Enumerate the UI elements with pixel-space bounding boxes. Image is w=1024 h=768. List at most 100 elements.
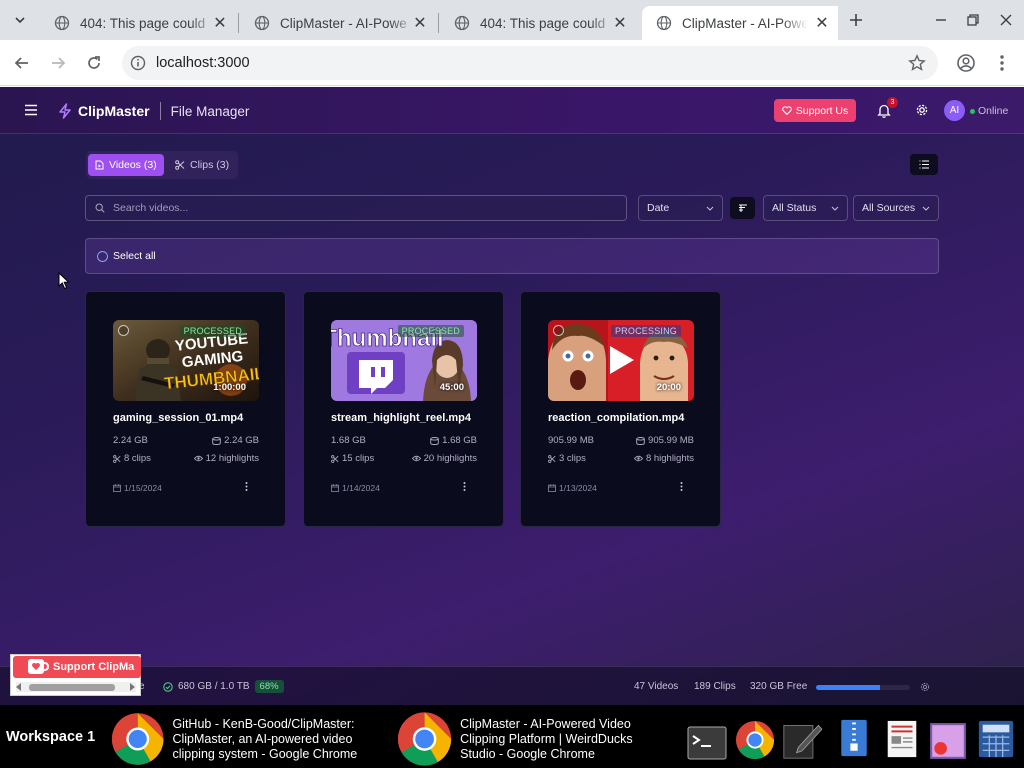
- tab-clips-label: Clips (3): [190, 159, 230, 171]
- clipmaster-app: ClipMaster File Manager Support Us 3 AI …: [0, 87, 1024, 705]
- chevron-down-icon: [922, 206, 930, 211]
- browser-tab-4-close[interactable]: ✕: [808, 6, 838, 40]
- gear-icon[interactable]: [920, 682, 930, 692]
- database-icon: [430, 436, 439, 445]
- heart-icon: [781, 106, 792, 115]
- video-thumbnail[interactable]: YOUTUBE GAMING THUMBNAIL PROCESSED 1:00:…: [113, 320, 259, 401]
- file-size: 1.68 GB: [331, 435, 366, 446]
- coffee-cup-icon: [28, 659, 49, 674]
- chevron-right-icon[interactable]: [130, 683, 136, 691]
- clip-count: 8 clips: [113, 453, 151, 464]
- taskbar-window-1[interactable]: GitHub - KenB-Good/ClipMaster: ClipMaste…: [111, 713, 371, 765]
- status-filter-select[interactable]: All Status: [763, 195, 848, 221]
- reload-button[interactable]: [80, 49, 108, 77]
- status-badge: PROCESSED: [179, 325, 246, 337]
- settings-button[interactable]: [915, 103, 929, 117]
- chevron-down-icon: [706, 206, 714, 211]
- upload-date: 1/15/2024: [113, 483, 162, 493]
- source-filter-select[interactable]: All Sources: [853, 195, 939, 221]
- tab-clips[interactable]: Clips (3): [168, 154, 236, 176]
- list-view-toggle[interactable]: [910, 154, 938, 175]
- browser-tab-3-close[interactable]: ✕: [606, 6, 636, 40]
- video-select-checkbox[interactable]: [553, 325, 564, 336]
- kebab-menu-icon: [245, 482, 248, 491]
- browser-menu-button[interactable]: [988, 49, 1016, 77]
- highlight-count: 20 highlights: [411, 453, 477, 464]
- bookmark-star-icon[interactable]: [908, 54, 926, 72]
- storage-used: 680 GB / 1.0 TB: [178, 681, 250, 692]
- video-card[interactable]: Thumbnail PROCESSED 45:00 stream_highlig…: [303, 291, 504, 527]
- video-stats-row: 15 clips 20 highlights: [331, 453, 477, 464]
- free-space: 320 GB Free: [750, 681, 808, 692]
- tab-videos[interactable]: Videos (3): [88, 154, 164, 176]
- highlight-count-value: 12 highlights: [205, 453, 259, 464]
- online-label: Online: [978, 105, 1009, 117]
- video-thumbnail[interactable]: PROCESSING 20:00: [548, 320, 694, 401]
- address-bar[interactable]: localhost:3000: [122, 46, 938, 80]
- browser-tab-1-close[interactable]: ✕: [206, 6, 236, 40]
- video-stats-row: 8 clips 12 highlights: [113, 453, 259, 464]
- reload-icon: [88, 56, 100, 69]
- notification-count-badge: 3: [887, 97, 898, 108]
- calculator-icon[interactable]: [976, 719, 1016, 759]
- forward-button[interactable]: [44, 49, 72, 77]
- storage-size: 1.68 GB: [430, 435, 477, 446]
- video-select-checkbox[interactable]: [118, 325, 129, 336]
- online-status: Online: [970, 105, 1008, 117]
- storage-usage-bar: [816, 685, 910, 690]
- image-viewer-icon[interactable]: [928, 721, 968, 761]
- search-input[interactable]: Search videos...: [85, 195, 627, 221]
- taskbar-window-title: ClipMaster - AI-Powered Video Clipping P…: [460, 716, 633, 761]
- floating-support-widget[interactable]: Support ClipMa: [10, 654, 141, 696]
- minimize-button[interactable]: [926, 8, 956, 32]
- sort-select[interactable]: Date: [638, 195, 723, 221]
- floating-support-button[interactable]: Support ClipMa: [13, 656, 141, 678]
- video-card[interactable]: PROCESSING 20:00 reaction_compilation.mp…: [520, 291, 721, 527]
- storage-summary: 680 GB / 1.0 TB 68%: [163, 680, 284, 693]
- info-icon[interactable]: [130, 55, 146, 71]
- database-icon: [636, 436, 645, 445]
- brand-name: ClipMaster: [78, 103, 150, 119]
- card-more-button[interactable]: [463, 482, 466, 491]
- restore-button[interactable]: [958, 8, 988, 32]
- select-all-checkbox[interactable]: [97, 250, 108, 262]
- browser-tab-2-close[interactable]: ✕: [406, 6, 436, 40]
- taskbar-window-2[interactable]: ClipMaster - AI-Powered Video Clipping P…: [397, 712, 657, 766]
- text-editor-icon[interactable]: [782, 720, 822, 760]
- globe-icon: [254, 15, 270, 31]
- globe-icon: [656, 15, 672, 31]
- video-stats-row: 3 clips 8 highlights: [548, 453, 694, 464]
- menu-icon: [25, 104, 37, 116]
- card-more-button[interactable]: [680, 482, 683, 491]
- tab-search-button[interactable]: [8, 8, 32, 32]
- sort-direction-button[interactable]: [730, 197, 755, 219]
- os-taskbar: Workspace 1 GitHub - KenB-Good/ClipMaste…: [0, 705, 1024, 768]
- chevron-left-icon[interactable]: [16, 683, 22, 691]
- storage-size: 2.24 GB: [212, 435, 259, 446]
- select-all-bar: Select all: [85, 238, 939, 274]
- document-viewer-icon[interactable]: [882, 719, 922, 759]
- profile-button[interactable]: [952, 49, 980, 77]
- back-button[interactable]: [8, 49, 36, 77]
- close-window-button[interactable]: [991, 8, 1021, 32]
- hamburger-menu-button[interactable]: [24, 104, 38, 116]
- chrome-icon: [397, 712, 452, 766]
- terminal-icon[interactable]: [687, 723, 727, 763]
- avatar[interactable]: AI: [944, 100, 965, 121]
- archive-icon[interactable]: [834, 718, 874, 758]
- kebab-menu-icon: [1000, 55, 1004, 71]
- select-all-label[interactable]: Select all: [113, 250, 156, 262]
- new-tab-button[interactable]: [844, 8, 868, 32]
- support-us-label: Support Us: [795, 104, 849, 117]
- card-more-button[interactable]: [245, 482, 248, 491]
- support-us-button[interactable]: Support Us: [774, 99, 856, 122]
- storage-percent-badge: 68%: [254, 680, 284, 693]
- chrome-icon[interactable]: [735, 720, 775, 760]
- upload-date-value: 1/13/2024: [559, 483, 597, 493]
- upload-date-value: 1/14/2024: [342, 483, 380, 493]
- video-card[interactable]: YOUTUBE GAMING THUMBNAIL PROCESSED 1:00:…: [85, 291, 286, 527]
- storage-size-value: 2.24 GB: [224, 435, 259, 446]
- list-icon: [919, 160, 929, 169]
- video-thumbnail[interactable]: Thumbnail PROCESSED 45:00: [331, 320, 477, 401]
- widget-scroll-thumb[interactable]: [29, 684, 115, 691]
